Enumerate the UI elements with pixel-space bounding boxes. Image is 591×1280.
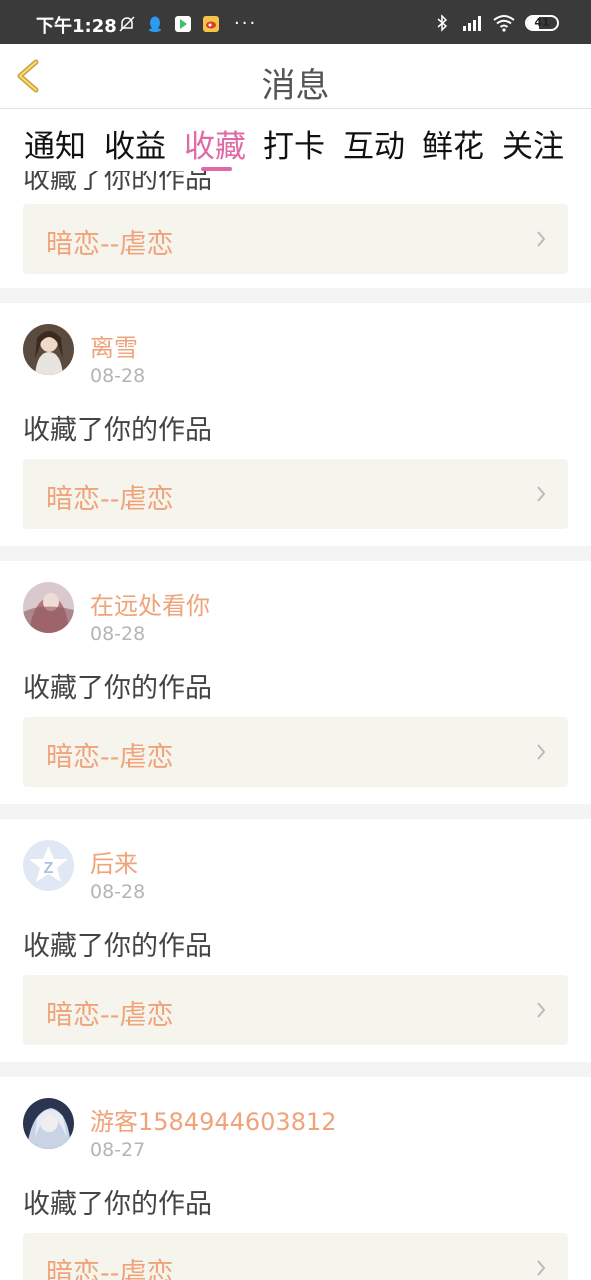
timestamp: 08-28 bbox=[90, 623, 146, 645]
action-text: 收藏了你的作品 bbox=[23, 673, 212, 704]
notification-icons: ··· bbox=[118, 14, 257, 34]
weibo-icon bbox=[203, 16, 219, 32]
divider bbox=[0, 288, 591, 303]
play-store-icon bbox=[175, 16, 191, 32]
battery-indicator: 41 bbox=[525, 15, 559, 31]
avatar[interactable]: Z bbox=[23, 840, 74, 891]
work-card[interactable]: 暗恋--虐恋 bbox=[23, 204, 568, 274]
chevron-right-icon bbox=[537, 231, 546, 247]
tab-flowers[interactable]: 鲜花 bbox=[422, 121, 484, 166]
work-card[interactable]: 暗恋--虐恋 bbox=[23, 717, 568, 787]
page-title: 消息 bbox=[261, 66, 330, 106]
action-text: 收藏了你的作品 bbox=[23, 931, 212, 962]
work-title: 暗恋--虐恋 bbox=[46, 229, 174, 260]
avatar[interactable] bbox=[23, 582, 74, 633]
chevron-right-icon bbox=[537, 1002, 546, 1018]
status-time: 下午1:28 bbox=[36, 16, 117, 37]
more-notifications-icon: ··· bbox=[234, 13, 258, 34]
avatar[interactable] bbox=[23, 324, 74, 375]
header-bar: 消息 bbox=[0, 44, 591, 109]
tab-interaction[interactable]: 互动 bbox=[343, 121, 405, 166]
timestamp: 08-28 bbox=[90, 365, 146, 387]
chevron-right-icon bbox=[537, 486, 546, 502]
divider bbox=[0, 1062, 591, 1077]
svg-text:Z: Z bbox=[44, 860, 54, 877]
work-title: 暗恋--虐恋 bbox=[46, 1258, 174, 1280]
tab-earnings[interactable]: 收益 bbox=[104, 121, 166, 166]
chevron-right-icon bbox=[537, 1260, 546, 1276]
list-item: 游客1584944603812 08-27 收藏了你的作品 暗恋--虐恋 bbox=[0, 1077, 591, 1280]
action-text: 收藏了你的作品 bbox=[23, 171, 212, 195]
username[interactable]: 离雪 bbox=[90, 328, 138, 363]
list-item: Z 后来 08-28 收藏了你的作品 暗恋--虐恋 bbox=[0, 819, 591, 1062]
signal-icon bbox=[463, 16, 481, 31]
list-item: 离雪 08-28 收藏了你的作品 暗恋--虐恋 bbox=[0, 303, 591, 546]
username[interactable]: 后来 bbox=[90, 844, 138, 879]
chevron-right-icon bbox=[537, 744, 546, 760]
mute-bell-icon bbox=[119, 16, 135, 32]
tab-bar: 通知 收益 收藏 打卡 互动 鲜花 关注 bbox=[0, 109, 591, 171]
tab-notifications[interactable]: 通知 bbox=[24, 121, 86, 166]
divider bbox=[0, 546, 591, 561]
timestamp: 08-28 bbox=[90, 881, 146, 903]
action-text: 收藏了你的作品 bbox=[23, 1189, 212, 1220]
tab-checkin[interactable]: 打卡 bbox=[263, 121, 325, 166]
system-icons: 41 bbox=[433, 14, 559, 32]
list-item: 在远处看你 08-28 收藏了你的作品 暗恋--虐恋 bbox=[0, 561, 591, 804]
divider bbox=[0, 804, 591, 819]
work-card[interactable]: 暗恋--虐恋 bbox=[23, 975, 568, 1045]
work-title: 暗恋--虐恋 bbox=[46, 742, 174, 773]
work-card[interactable]: 暗恋--虐恋 bbox=[23, 1233, 568, 1280]
status-bar: 下午1:28 ··· 41 bbox=[0, 0, 591, 44]
qq-icon bbox=[149, 16, 161, 32]
tab-follow[interactable]: 关注 bbox=[502, 121, 564, 166]
wifi-icon bbox=[493, 15, 515, 32]
tab-favorites[interactable]: 收藏 bbox=[184, 121, 246, 166]
username[interactable]: 在远处看你 bbox=[90, 586, 210, 621]
avatar[interactable] bbox=[23, 1098, 74, 1149]
work-title: 暗恋--虐恋 bbox=[46, 1000, 174, 1031]
username[interactable]: 游客1584944603812 bbox=[90, 1102, 337, 1137]
work-title: 暗恋--虐恋 bbox=[46, 484, 174, 515]
timestamp: 08-27 bbox=[90, 1139, 146, 1161]
action-text: 收藏了你的作品 bbox=[23, 415, 212, 446]
bluetooth-icon bbox=[437, 14, 448, 32]
favorites-feed[interactable]: 收藏了你的作品 暗恋--虐恋 离雪 08-28 收藏了你的作品 暗恋--虐恋 在… bbox=[0, 171, 591, 1280]
work-card[interactable]: 暗恋--虐恋 bbox=[23, 459, 568, 529]
